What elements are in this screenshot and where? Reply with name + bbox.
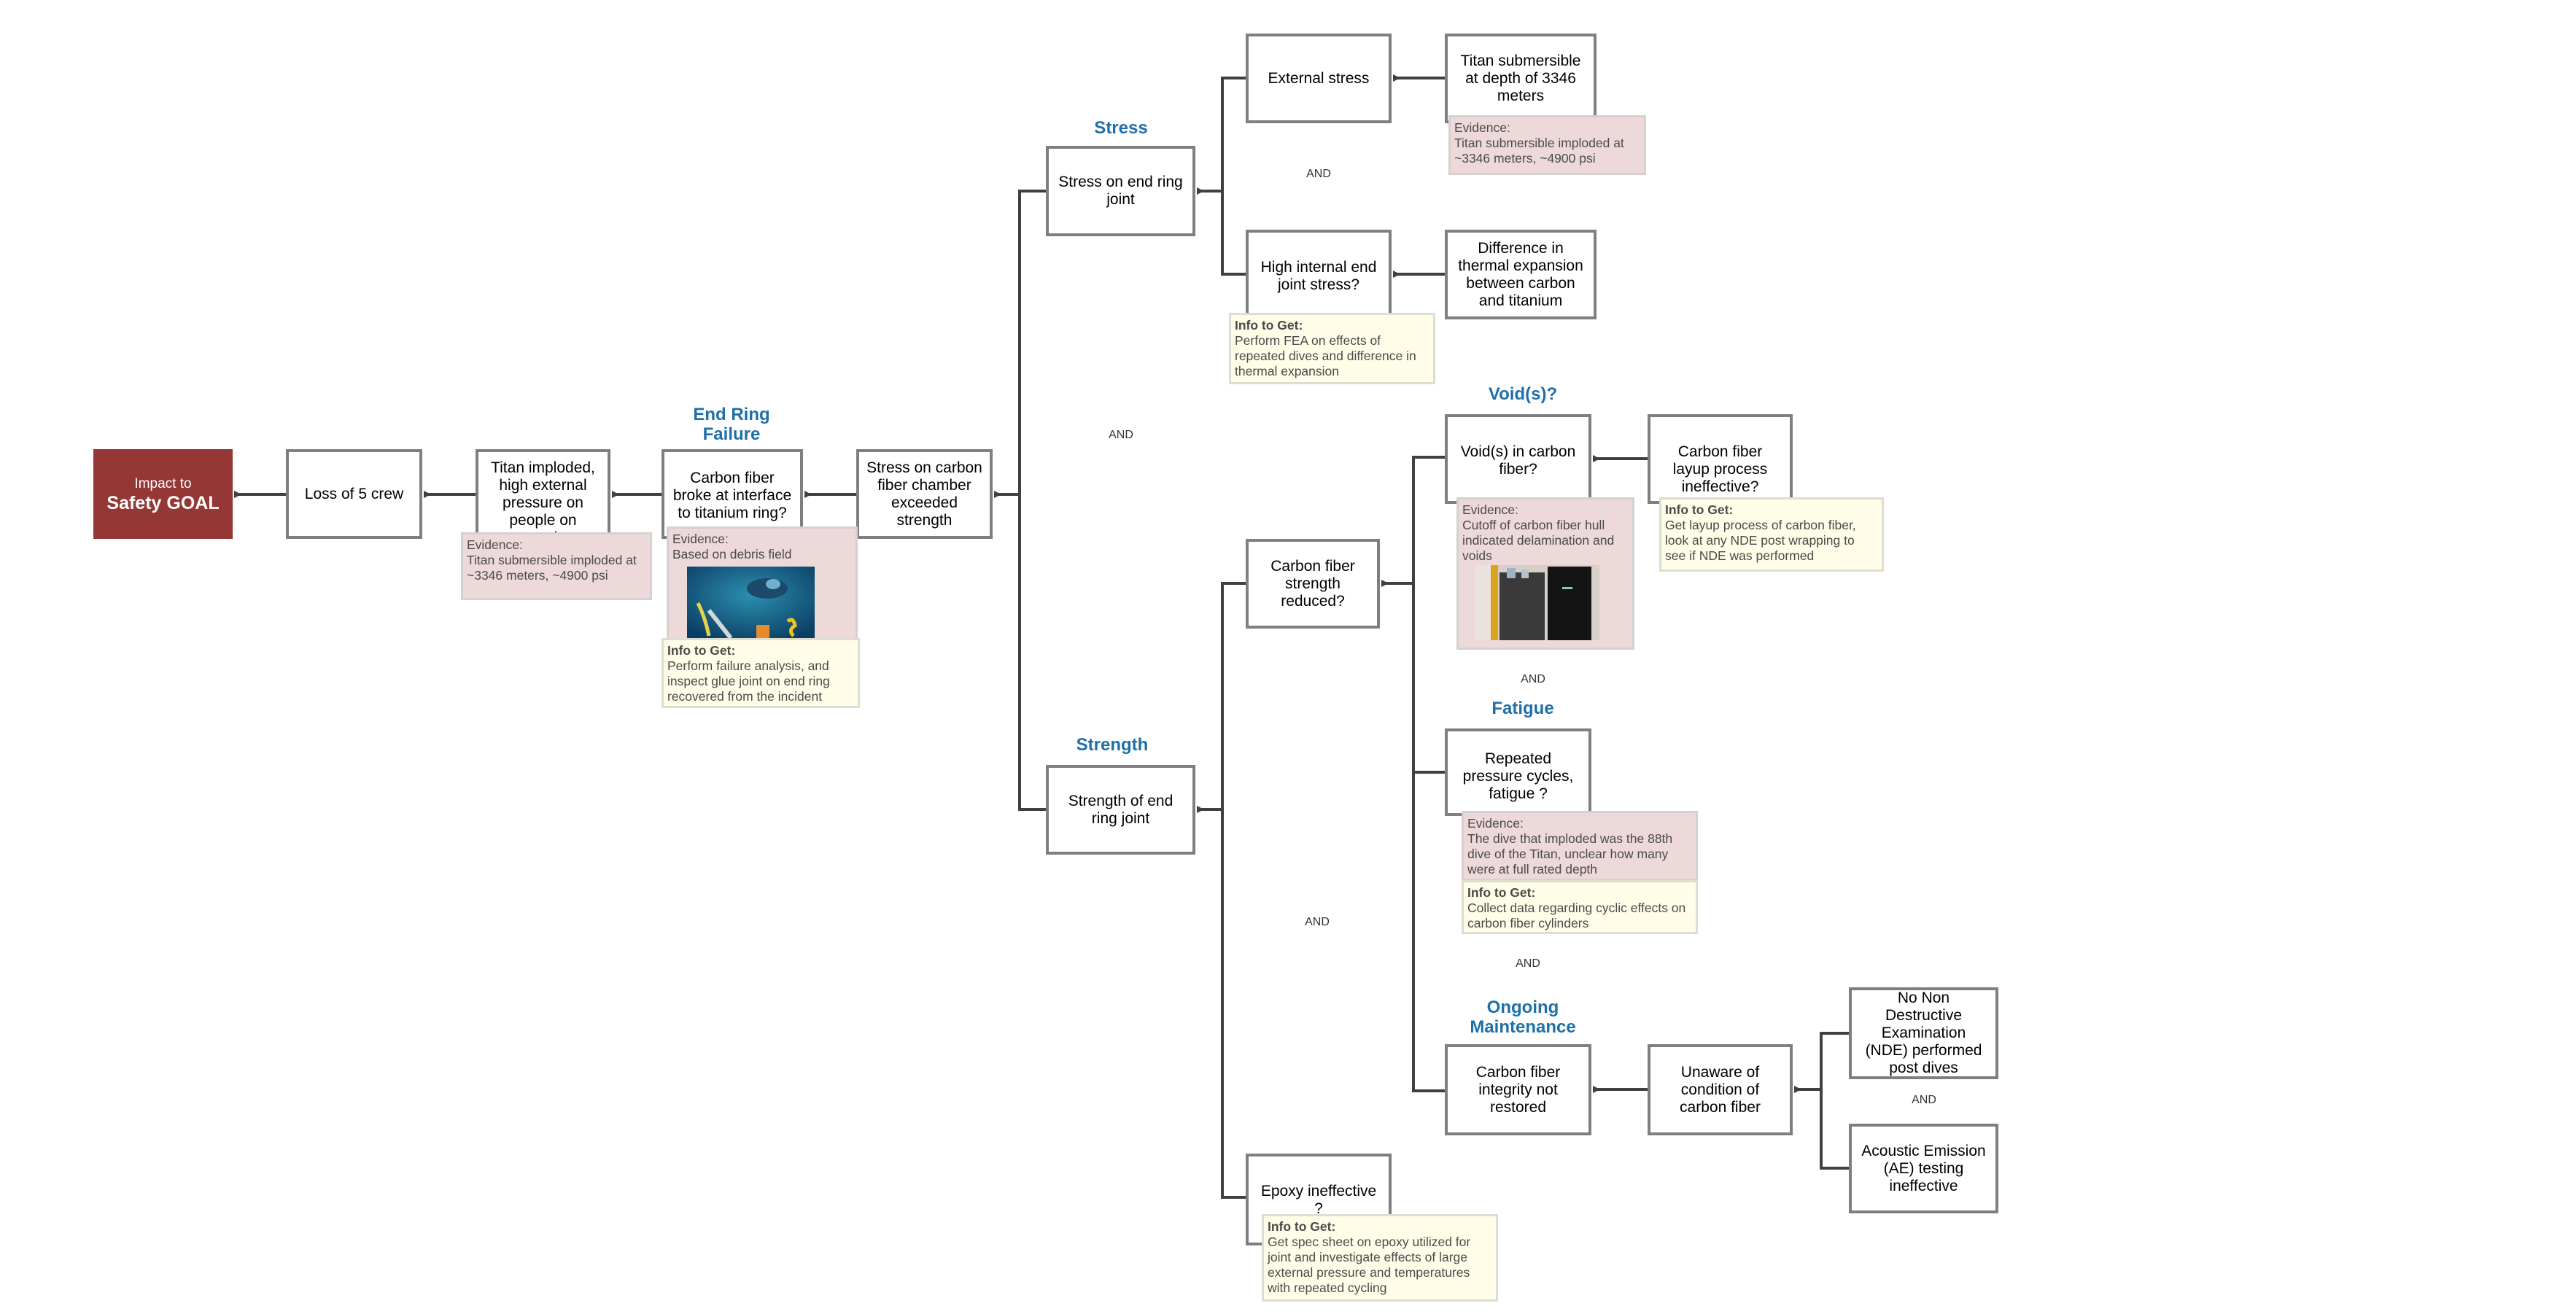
evidence-titan-imploded: Evidence: Titan submersible imploded at … bbox=[461, 532, 652, 600]
node-cf-strength-reduced[interactable]: Carbon fiber strength reduced? bbox=[1246, 539, 1380, 629]
goal-line2: Safety GOAL bbox=[106, 492, 220, 513]
trunk-stress bbox=[1221, 77, 1246, 276]
evidence-text: The dive that imploded was the 88th dive… bbox=[1467, 831, 1673, 876]
evidence-text: Based on debris field bbox=[672, 547, 792, 561]
info-label: Info to Get: bbox=[1467, 885, 1536, 900]
node-stress-end-ring-joint[interactable]: Stress on end ring joint bbox=[1046, 146, 1195, 236]
evidence-titan-depth: Evidence: Titan submersible imploded at … bbox=[1448, 115, 1646, 175]
node-repeated-cycles[interactable]: Repeated pressure cycles, fatigue ? bbox=[1445, 728, 1591, 816]
evidence-fatigue: Evidence: The dive that imploded was the… bbox=[1462, 811, 1698, 881]
and-gate-strength: AND bbox=[1305, 916, 1330, 928]
trunk-nde bbox=[1820, 1032, 1849, 1170]
info-layup: Info to Get: Get layup process of carbon… bbox=[1659, 497, 1884, 572]
evidence-text: Cutoff of carbon fiber hull indicated de… bbox=[1462, 518, 1615, 563]
info-label: Info to Get: bbox=[1235, 318, 1303, 333]
info-carbon-fiber-broke: Info to Get: Perform failure analysis, a… bbox=[662, 638, 860, 708]
info-text: Get spec sheet on epoxy utilized for joi… bbox=[1268, 1235, 1471, 1295]
info-label: Info to Get: bbox=[1665, 502, 1734, 517]
info-high-internal-stress: Info to Get: Perform FEA on effects of r… bbox=[1229, 313, 1435, 384]
category-strength: Strength bbox=[1076, 735, 1149, 755]
node-high-internal-stress[interactable]: High internal end joint stress? bbox=[1246, 230, 1392, 319]
safety-goal-box[interactable]: Impact to Safety GOAL bbox=[93, 449, 233, 539]
info-text: Perform FEA on effects of repeated dives… bbox=[1235, 333, 1416, 378]
debris-field-photo bbox=[687, 567, 815, 638]
node-stress-exceeded-strength[interactable]: Stress on carbon fiber chamber exceeded … bbox=[856, 449, 993, 539]
node-no-nde[interactable]: No Non Destructive Examination (NDE) per… bbox=[1849, 987, 1998, 1079]
node-titan-depth[interactable]: Titan submersible at depth of 3346 meter… bbox=[1445, 34, 1597, 123]
info-label: Info to Get: bbox=[1268, 1219, 1336, 1234]
info-label: Info to Get: bbox=[667, 643, 736, 658]
node-ae-ineffective[interactable]: Acoustic Emission (AE) testing ineffecti… bbox=[1849, 1124, 1998, 1213]
and-gate-voids-fatigue: AND bbox=[1521, 673, 1545, 685]
trunk-cf bbox=[1412, 456, 1445, 1092]
evidence-text: Titan submersible imploded at ~3346 mete… bbox=[467, 553, 637, 583]
trunk-strength bbox=[1221, 582, 1246, 1199]
evidence-label: Evidence: bbox=[1462, 502, 1518, 517]
node-cf-integrity[interactable]: Carbon fiber integrity not restored bbox=[1445, 1044, 1591, 1135]
evidence-text: Titan submersible imploded at ~3346 mete… bbox=[1454, 136, 1624, 166]
evidence-label: Evidence: bbox=[672, 532, 729, 546]
node-titan-imploded[interactable]: Titan imploded, high external pressure o… bbox=[476, 449, 610, 546]
and-gate-nde: AND bbox=[1912, 1094, 1936, 1106]
node-unaware-condition[interactable]: Unaware of condition of carbon fiber bbox=[1648, 1044, 1793, 1135]
node-loss-of-crew[interactable]: Loss of 5 crew bbox=[286, 449, 422, 539]
carbon-fiber-sample-photo bbox=[1475, 565, 1599, 640]
node-voids-in-cf[interactable]: Void(s) in carbon fiber? bbox=[1445, 414, 1591, 504]
info-text: Collect data regarding cyclic effects on… bbox=[1467, 901, 1686, 930]
evidence-label: Evidence: bbox=[1454, 120, 1510, 135]
node-layup-ineffective[interactable]: Carbon fiber layup process ineffective? bbox=[1648, 414, 1793, 504]
category-voids: Void(s)? bbox=[1488, 384, 1558, 404]
category-stress: Stress bbox=[1094, 118, 1148, 138]
category-end-ring-failure: End Ring Failure bbox=[693, 405, 770, 444]
goal-line1: Impact to bbox=[134, 475, 192, 491]
connector-lines bbox=[234, 74, 1849, 1199]
evidence-label: Evidence: bbox=[1467, 816, 1524, 831]
and-gate-fatigue-maintenance: AND bbox=[1516, 957, 1540, 970]
trunk-main bbox=[1018, 190, 1046, 811]
category-fatigue: Fatigue bbox=[1491, 699, 1554, 718]
and-gate-stress: AND bbox=[1306, 168, 1331, 180]
info-text: Perform failure analysis, and inspect gl… bbox=[667, 658, 830, 704]
info-text: Get layup process of carbon fiber, look … bbox=[1665, 518, 1856, 563]
evidence-label: Evidence: bbox=[467, 537, 523, 552]
category-ongoing-maintenance: Ongoing Maintenance bbox=[1470, 998, 1576, 1037]
info-epoxy: Info to Get: Get spec sheet on epoxy uti… bbox=[1262, 1214, 1498, 1302]
and-gate-main: AND bbox=[1109, 429, 1133, 441]
node-carbon-fiber-broke[interactable]: Carbon fiber broke at interface to titan… bbox=[662, 449, 803, 539]
node-external-stress[interactable]: External stress bbox=[1246, 34, 1392, 123]
info-fatigue: Info to Get: Collect data regarding cycl… bbox=[1462, 880, 1698, 934]
node-strength-end-ring-joint[interactable]: Strength of end ring joint bbox=[1046, 765, 1195, 855]
node-thermal-expansion[interactable]: Difference in thermal expansion between … bbox=[1445, 230, 1597, 319]
